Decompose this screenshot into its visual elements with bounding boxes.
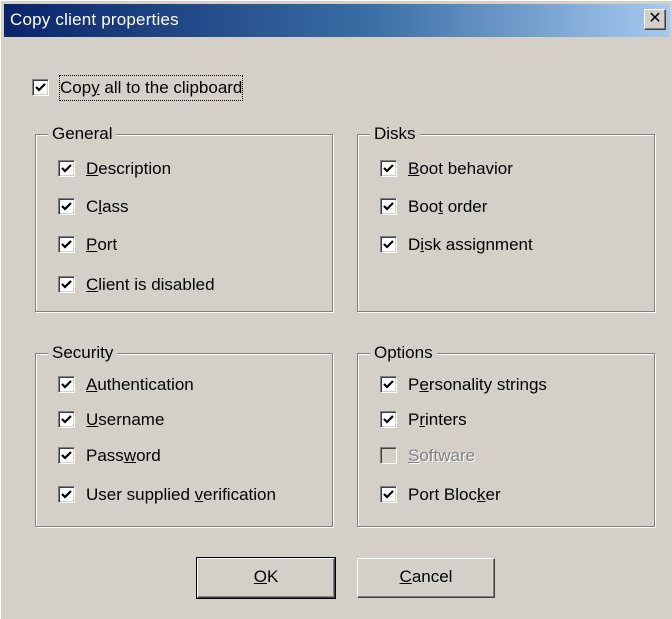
- checkmark-icon: [61, 415, 72, 424]
- boot-behavior-label: Boot behavior: [408, 159, 513, 178]
- cancel-button-label: Cancel: [399, 567, 453, 586]
- checkmark-icon: [61, 240, 72, 249]
- ok-button[interactable]: OK: [196, 557, 336, 599]
- disks-group-title: Disks: [370, 122, 420, 146]
- checkmark-icon: [61, 380, 72, 389]
- checkbox-box: [58, 411, 75, 428]
- checkbox-box: [58, 447, 75, 464]
- checkbox-box: [380, 160, 397, 177]
- cancel-button[interactable]: Cancel: [357, 558, 495, 598]
- client-disabled-label: Client is disabled: [86, 275, 215, 294]
- options-group-title: Options: [370, 341, 437, 365]
- window-title: Copy client properties: [10, 10, 179, 29]
- checkmark-icon: [61, 202, 72, 211]
- checkmark-icon: [383, 240, 394, 249]
- checkbox-box: [58, 236, 75, 253]
- checkbox-box: [32, 79, 49, 96]
- disk-assignment-label: Disk assignment: [408, 235, 533, 254]
- checkmark-icon: [61, 164, 72, 173]
- checkmark-icon: [61, 490, 72, 499]
- checkbox-box: [380, 236, 397, 253]
- general-group-title: General: [48, 122, 117, 146]
- software-label: Software: [408, 446, 476, 465]
- checkmark-icon: [383, 380, 394, 389]
- checkmark-icon: [383, 164, 394, 173]
- password-label: Password: [86, 446, 161, 465]
- copy-client-properties-dialog: Copy client properties ✕ Copy all to the…: [0, 0, 672, 619]
- ok-button-label: OK: [253, 567, 279, 586]
- checkbox-box: [58, 376, 75, 393]
- checkbox-box: [380, 447, 397, 464]
- checkmark-icon: [35, 83, 46, 92]
- boot-order-label: Boot order: [408, 197, 488, 216]
- username-label: Username: [86, 410, 165, 429]
- checkmark-icon: [383, 415, 394, 424]
- user-supplied-verification-label: User supplied verification: [86, 485, 276, 504]
- authentication-label: Authentication: [86, 375, 194, 394]
- description-label: Description: [86, 159, 172, 178]
- checkmark-icon: [383, 490, 394, 499]
- security-group-title: Security: [48, 341, 118, 365]
- checkbox-box: [58, 276, 75, 293]
- printers-label: Printers: [408, 410, 467, 429]
- checkmark-icon: [61, 451, 72, 460]
- checkmark-icon: [383, 202, 394, 211]
- title-bar[interactable]: Copy client properties ✕: [4, 4, 670, 37]
- checkbox-box: [380, 376, 397, 393]
- checkbox-box: [58, 198, 75, 215]
- close-button[interactable]: ✕: [644, 9, 666, 30]
- checkmark-icon: [61, 280, 72, 289]
- checkbox-box: [380, 411, 397, 428]
- port-blocker-label: Port Blocker: [408, 485, 501, 504]
- personality-strings-label: Personality strings: [408, 375, 547, 394]
- checkbox-box: [58, 160, 75, 177]
- checkbox-box: [380, 486, 397, 503]
- checkbox-box: [58, 486, 75, 503]
- port-label: Port: [86, 235, 118, 254]
- class-label: Class: [86, 197, 129, 216]
- close-icon: ✕: [648, 10, 662, 27]
- copy-all-label: Copy all to the clipboard: [58, 75, 244, 101]
- checkbox-box: [380, 198, 397, 215]
